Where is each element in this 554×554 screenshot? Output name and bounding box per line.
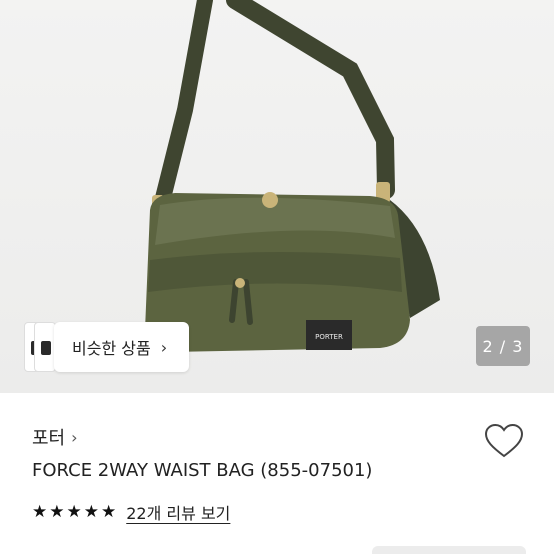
heart-outline-icon (484, 423, 524, 458)
brand-name: 포터 (32, 428, 66, 449)
rating-stars: ★ ★ ★ ★ ★ (32, 501, 117, 522)
star-icon: ★ (66, 501, 82, 522)
similar-products-button[interactable]: 비슷한 상품 › (54, 322, 189, 372)
rating-row: ★ ★ ★ ★ ★ 22개 리뷰 보기 (32, 500, 230, 524)
chevron-right-icon: › (71, 427, 78, 447)
chevron-right-icon: › (160, 337, 168, 357)
product-image-gallery[interactable]: PORTER 비슷한 상품 › 2 / 3 (0, 0, 554, 393)
image-logo-text: PORTER (315, 333, 343, 341)
product-title: FORCE 2WAY WAIST BAG (855-07501) (32, 460, 373, 481)
bottom-element (372, 546, 526, 554)
star-icon: ★ (101, 501, 117, 522)
similar-thumb-card (34, 322, 56, 372)
brand-link[interactable]: 포터 › (32, 424, 78, 450)
reviews-link[interactable]: 22개 리뷰 보기 (126, 500, 230, 524)
star-icon: ★ (49, 501, 65, 522)
wishlist-button[interactable] (484, 423, 524, 459)
star-icon: ★ (83, 501, 99, 522)
similar-products-label: 비슷한 상품 (72, 339, 151, 358)
pager-text: 2 / 3 (482, 336, 524, 356)
image-pager: 2 / 3 (476, 326, 530, 366)
star-icon: ★ (32, 501, 48, 522)
